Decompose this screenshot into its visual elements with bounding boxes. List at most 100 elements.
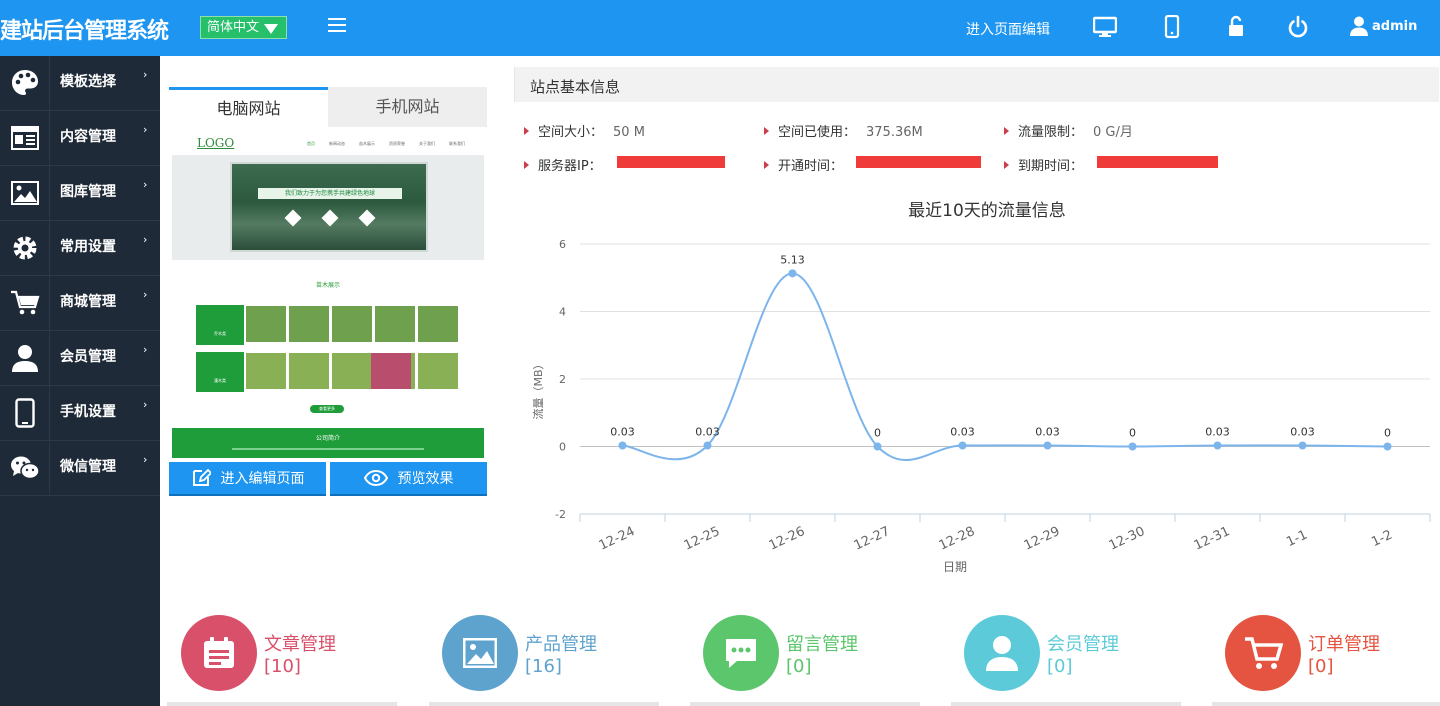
x-tick-label: 1-2 [1369,528,1395,551]
data-point[interactable] [873,442,882,451]
data-label: 0.03 [695,425,720,438]
data-label: 0.03 [1205,425,1230,438]
x-tick-label: 12-28 [937,524,978,554]
mock-section-title: 苗木展示 [315,282,340,289]
sidebar-item-mobile[interactable]: 手机设置 › [0,386,160,441]
sidebar-item-template[interactable]: 模板选择 › [0,56,160,111]
stat-card[interactable]: 会员管理 [0] [964,615,1194,706]
redacted-server-ip [617,156,725,168]
user-menu[interactable]: admin [1350,16,1417,36]
sidebar-item-members[interactable]: 会员管理 › [0,331,160,386]
info-value: 50 M [613,125,645,140]
sidebar: 模板选择 › 内容管理 › 图库管理 › 常用设置 › 商城管理 › 会员管理 … [0,56,160,706]
sidebar-item-settings[interactable]: 常用设置 › [0,221,160,276]
preview-effect-button[interactable]: 预览效果 [330,462,487,496]
sidebar-item-label: 模板选择 [60,74,116,90]
member-icon [964,615,1040,691]
sidebar-item-content[interactable]: 内容管理 › [0,111,160,166]
data-point[interactable] [958,441,967,450]
data-point[interactable] [1383,442,1392,451]
site-preview-thumbnail[interactable]: LOGO 首页 新闻动态 苗木展示 资质荣誉 关于我们 联系我们 我们致力于为您… [169,130,487,460]
x-tick-label: 12-26 [767,524,808,554]
user-icon [1350,16,1368,36]
data-point[interactable] [618,441,627,450]
tab-mobile-site[interactable]: 手机网站 [328,87,487,127]
stat-card[interactable]: 订单管理 [0] [1225,615,1440,706]
mock-category: 灌木类 [196,352,244,392]
data-label: 0.03 [610,425,635,438]
card-divider [690,702,920,706]
power-icon[interactable] [1286,15,1310,39]
info-label: 到期时间： [1018,159,1084,174]
chevron-right-icon: › [143,68,148,81]
data-point[interactable] [703,441,712,450]
gear-icon [13,236,36,260]
data-label: 0 [1384,427,1391,440]
stat-card-title: 产品管理 [525,634,597,655]
data-point[interactable] [788,269,797,278]
top-bar: 建站后台管理系统 简体中文 进入页面编辑 admin [0,0,1440,56]
stat-card[interactable]: 产品管理 [16] [442,615,672,706]
chevron-right-icon: › [143,288,148,301]
chevron-right-icon: › [143,123,148,136]
sidebar-item-label: 商城管理 [60,294,116,310]
data-label: 0.03 [1290,425,1315,438]
unlock-icon[interactable] [1225,15,1249,39]
sidebar-item-wechat[interactable]: 微信管理 › [0,441,160,496]
info-label: 服务器IP： [538,159,602,174]
data-point[interactable] [1128,442,1137,451]
stat-card-count: [16] [525,656,562,677]
info-open-time: 开通时间： [764,155,843,174]
wechat-icon [10,456,40,480]
mock-more-button: 查看更多 [310,405,344,413]
info-label: 开通时间： [778,159,844,174]
mobile-icon[interactable] [1160,15,1184,39]
mock-company-title: 公司简介 [315,435,340,442]
desktop-icon[interactable] [1093,15,1117,39]
palette-icon [11,70,38,95]
card-divider [429,702,659,706]
mock-banner-text: 我们致力于为您携手共建绿色地球 [258,188,402,199]
edit-page-link[interactable]: 进入页面编辑 [966,19,1050,39]
stat-card[interactable]: 留言管理 [0] [703,615,933,706]
y-tick-label: -2 [555,508,566,521]
user-name: admin [1372,18,1418,34]
menu-toggle-icon[interactable] [328,18,346,32]
tab-desktop-site[interactable]: 电脑网站 [169,87,328,127]
x-tick-label: 12-30 [1107,524,1148,554]
stat-card-title: 留言管理 [786,634,858,655]
enter-edit-button[interactable]: 进入编辑页面 [169,462,326,496]
chevron-right-icon: › [143,398,148,411]
stat-card[interactable]: 文章管理 [10] [181,615,411,706]
y-tick-label: 0 [559,441,566,454]
info-traffic-limit: 流量限制： 0 G/月 [1004,121,1133,140]
info-space-size: 空间大小： 50 M [524,121,645,140]
sidebar-item-shop[interactable]: 商城管理 › [0,276,160,331]
redacted-expire-time [1097,156,1218,168]
calendar-icon [181,615,257,691]
data-point[interactable] [1298,441,1307,450]
data-label: 0.03 [1035,425,1060,438]
sidebar-item-label: 图库管理 [60,184,116,200]
sidebar-item-label: 微信管理 [60,459,116,475]
caret-down-icon [264,24,278,34]
sidebar-item-label: 内容管理 [60,129,116,145]
mock-banner: 我们致力于为您携手共建绿色地球 [172,155,484,260]
mock-nav-item: 新闻动态 [329,141,345,146]
sidebar-item-label: 手机设置 [60,404,116,420]
stat-card-count: [0] [786,656,812,677]
language-select[interactable]: 简体中文 [200,16,287,39]
mock-nav-item: 苗木展示 [359,141,375,146]
y-tick-label: 4 [559,306,566,319]
cart-icon [1225,615,1301,691]
data-point[interactable] [1043,441,1052,450]
mock-nav-item: 资质荣誉 [389,141,405,146]
y-axis-label: 流量（MB） [531,358,545,419]
sidebar-item-gallery[interactable]: 图库管理 › [0,166,160,221]
x-tick-label: 1-1 [1284,528,1310,551]
card-divider [1212,702,1440,706]
data-point[interactable] [1213,441,1222,450]
chart-title: 最近10天的流量信息 [908,201,1066,221]
stat-card-count: [0] [1047,656,1073,677]
x-axis-label: 日期 [943,560,967,574]
